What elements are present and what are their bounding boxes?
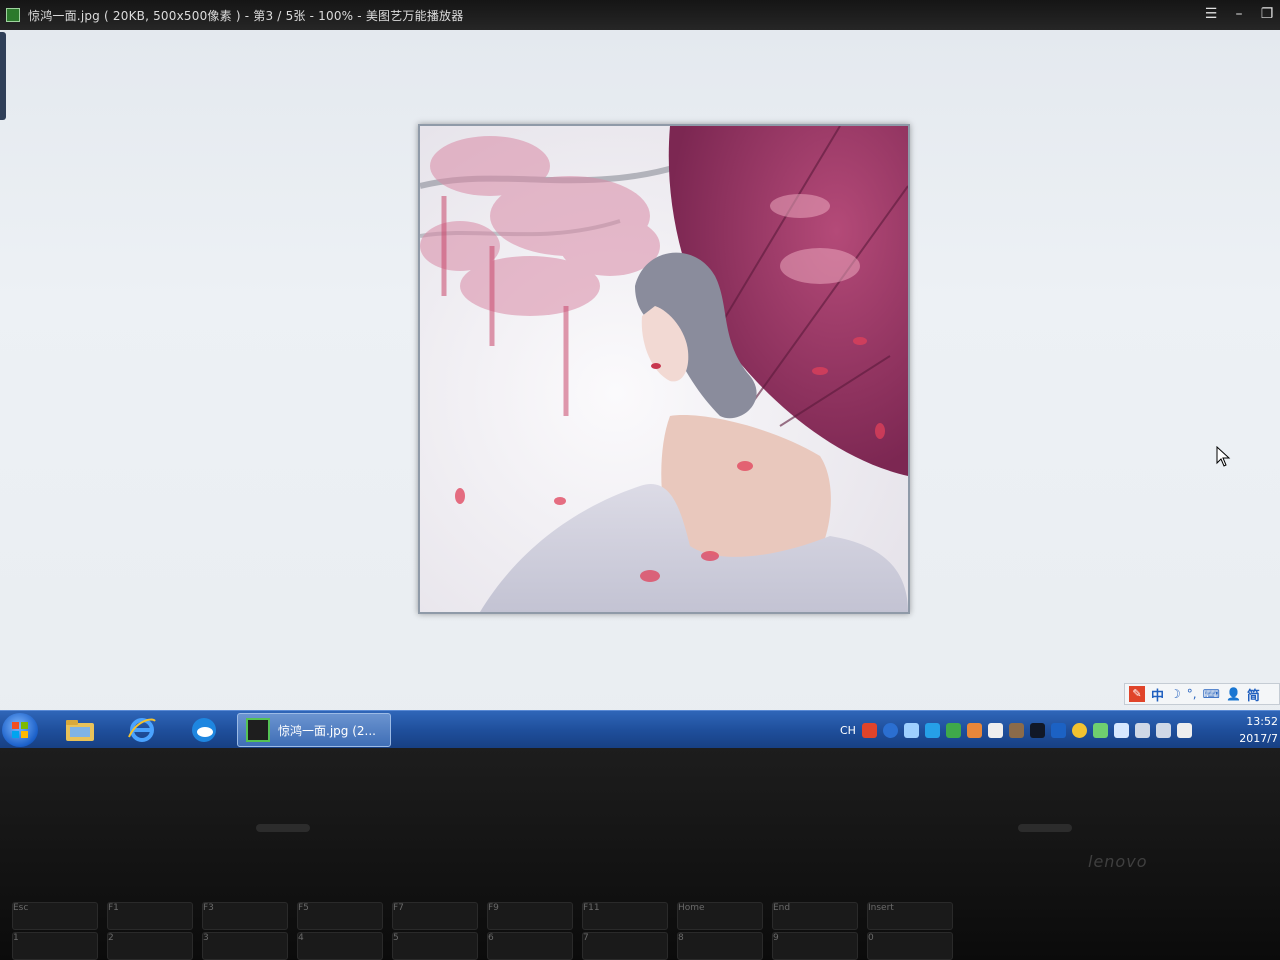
key-f1-f2: F1 (107, 902, 193, 930)
key-1: 1 (12, 932, 98, 960)
key-7: 7 (582, 932, 668, 960)
security-shield-icon[interactable] (924, 722, 940, 738)
taskbar-active-window[interactable]: 惊鸿一面.jpg (2... (237, 713, 391, 747)
key-end: End (772, 902, 858, 930)
terminal-icon[interactable] (1029, 722, 1045, 738)
minimize-icon[interactable]: – (1232, 6, 1246, 22)
viewer-titlebar[interactable]: 惊鸿一面.jpg ( 20KB, 500x500像素 ) - 第3 / 5张 -… (0, 0, 1280, 30)
internet-explorer-icon[interactable] (126, 715, 158, 745)
bluetooth-icon[interactable] (1050, 722, 1066, 738)
key-5: 5 (392, 932, 478, 960)
key-6: 6 (487, 932, 573, 960)
key-8: 8 (677, 932, 763, 960)
tool-icon[interactable] (1008, 722, 1024, 738)
mouse-cursor-icon (1216, 446, 1231, 467)
key-esc: Esc (12, 902, 98, 930)
key-f11-f12: F11 (582, 902, 668, 930)
monitor-app-icon[interactable] (945, 722, 961, 738)
ime-punctuation-icon[interactable]: °, (1187, 687, 1197, 701)
side-panel-handle[interactable] (0, 32, 6, 120)
power-plan-icon[interactable] (1092, 722, 1108, 738)
system-clock[interactable]: 13:52 2017/7 (1238, 711, 1280, 748)
help-icon[interactable] (882, 722, 898, 738)
taskbar: 惊鸿一面.jpg (2... CH 13:52 2017/7 (0, 710, 1280, 748)
key-home: Home (677, 902, 763, 930)
key-0: 0 (867, 932, 953, 960)
system-tray: CH (840, 719, 1192, 741)
network-status-icon[interactable] (903, 722, 919, 738)
keyboard-function-row: Esc F1 F3 F5 F7 F9 F11 Home End Insert (0, 902, 1280, 930)
ime-halfwidth-icon[interactable]: ☽ (1170, 687, 1181, 701)
cloud-sync-icon[interactable] (188, 715, 220, 745)
ime-chinese-mode[interactable]: 中 (1151, 685, 1164, 704)
key-insert: Insert (867, 902, 953, 930)
battery-icon[interactable] (1176, 722, 1192, 738)
restore-icon[interactable]: ❐ (1260, 6, 1274, 22)
key-f5-f6: F5 (297, 902, 383, 930)
language-indicator[interactable]: CH (840, 724, 856, 737)
taskbar-window-label: 惊鸿一面.jpg (2... (278, 723, 376, 738)
image-viewer-app-icon (246, 718, 270, 742)
window-controls: ☰ – ❐ (1204, 6, 1274, 22)
key-3: 3 (202, 932, 288, 960)
laptop-brand-logo: lenovo (1088, 852, 1148, 871)
displayed-image[interactable] (418, 124, 910, 614)
image-viewer-app-icon (6, 8, 20, 22)
volume-icon[interactable] (1134, 722, 1150, 738)
ime-user-icon[interactable]: 👤 (1226, 687, 1241, 701)
key-f9-f10: F9 (487, 902, 573, 930)
ime-keyboard-icon[interactable]: ⌨ (1203, 687, 1220, 701)
keyboard-number-row: 1 2 3 4 5 6 7 8 9 0 (0, 932, 1280, 960)
key-9: 9 (772, 932, 858, 960)
menu-icon[interactable]: ☰ (1204, 6, 1218, 22)
key-f3-f4: F3 (202, 902, 288, 930)
display-icon[interactable] (987, 722, 1003, 738)
shield-check-icon[interactable] (1113, 722, 1129, 738)
file-explorer-icon[interactable] (64, 715, 96, 745)
key-2: 2 (107, 932, 193, 960)
ime-tray-icon[interactable] (861, 722, 877, 738)
start-button[interactable] (2, 713, 38, 747)
hinge-right (1018, 824, 1072, 832)
window-title: 惊鸿一面.jpg ( 20KB, 500x500像素 ) - 第3 / 5张 -… (28, 8, 464, 23)
illustration-girl-with-umbrella (420, 126, 908, 612)
windows-logo-icon (12, 722, 28, 738)
clock-date: 2017/7 (1239, 732, 1278, 745)
screen: 惊鸿一面.jpg ( 20KB, 500x500像素 ) - 第3 / 5张 -… (0, 0, 1280, 748)
signal-icon[interactable] (1155, 722, 1171, 738)
chat-icon[interactable] (1071, 722, 1087, 738)
ime-language-bar[interactable]: ✎ 中 ☽ °, ⌨ 👤 简 (1124, 683, 1280, 705)
ime-simplified-mode[interactable]: 简 (1247, 685, 1260, 704)
key-4: 4 (297, 932, 383, 960)
key-f7-f8: F7 (392, 902, 478, 930)
ime-logo-icon[interactable]: ✎ (1129, 686, 1145, 702)
hinge-left (256, 824, 310, 832)
clock-time: 13:52 (1246, 715, 1278, 728)
package-icon[interactable] (966, 722, 982, 738)
